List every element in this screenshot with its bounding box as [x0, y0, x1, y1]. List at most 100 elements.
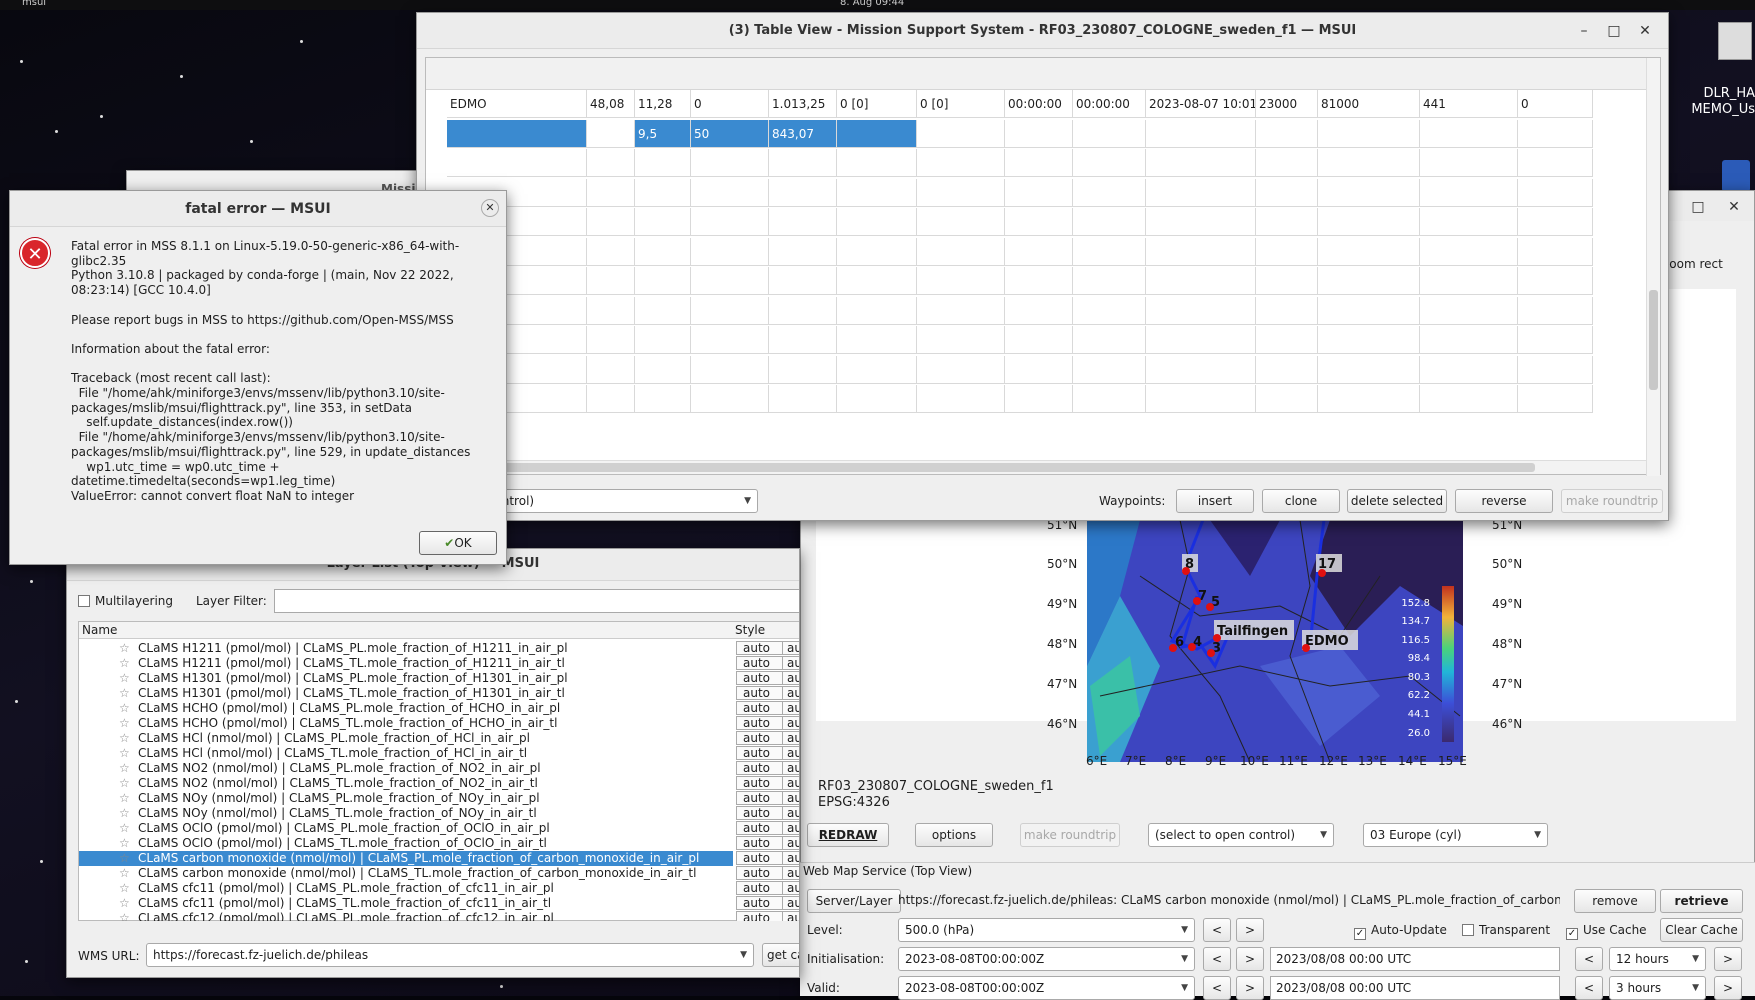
waypoint-cell[interactable]	[691, 355, 769, 384]
layer-style-select[interactable]: autoau	[736, 761, 799, 775]
waypoint-cell[interactable]	[837, 119, 917, 148]
waypoint-cell[interactable]	[635, 355, 691, 384]
waypoint-cell[interactable]	[1256, 267, 1318, 295]
wms-url-input[interactable]: https://forecast.fz-juelich.de/phileas ▼	[146, 943, 754, 967]
waypoint-cell[interactable]	[1420, 119, 1518, 148]
waypoint-cell[interactable]	[1518, 178, 1593, 207]
waypoint-cell[interactable]	[1256, 296, 1318, 325]
waypoint-5[interactable]	[1206, 603, 1214, 611]
waypoint-cell[interactable]	[917, 267, 1005, 295]
waypoint-cell[interactable]	[587, 385, 635, 413]
waypoint-cell[interactable]: 9,5	[635, 119, 691, 148]
waypoint-cell[interactable]	[587, 326, 635, 354]
horizontal-scrollbar[interactable]	[426, 460, 1646, 474]
star-icon[interactable]: ☆	[119, 686, 130, 701]
level-next-button[interactable]: >	[1236, 918, 1264, 942]
waypoint-cell[interactable]: 0 [0]	[917, 90, 1005, 118]
waypoint-cell[interactable]: 00:00:00	[1073, 90, 1146, 118]
init-next-button[interactable]: >	[1236, 947, 1264, 971]
layer-row[interactable]: ☆ CLaMS H1211 (pmol/mol) | CLaMS_PL.mole_…	[79, 641, 733, 656]
waypoint-cell[interactable]	[917, 178, 1005, 207]
transparent-checkbox[interactable]: Transparent	[1462, 923, 1550, 937]
waypoint-cell[interactable]	[1256, 237, 1318, 266]
waypoint-cell[interactable]	[1146, 237, 1256, 266]
desktop-file-icon[interactable]	[1718, 22, 1752, 60]
waypoint-cell[interactable]	[635, 326, 691, 354]
column-header-style[interactable]: Style	[735, 623, 765, 637]
init-step-prev-button[interactable]: <	[1575, 947, 1603, 971]
waypoint-cell[interactable]: 00:00:00	[1005, 90, 1073, 118]
waypoint-cell[interactable]	[1005, 326, 1073, 354]
waypoint-cell[interactable]	[587, 119, 635, 148]
remove-button[interactable]: remove	[1574, 889, 1656, 913]
waypoint-cell[interactable]	[917, 326, 1005, 354]
waypoint-cell[interactable]	[837, 355, 917, 384]
layer-style-select[interactable]: autoau	[736, 881, 799, 895]
minimize-icon[interactable]: –	[1574, 21, 1594, 41]
waypoint-cell[interactable]	[1073, 267, 1146, 295]
layer-row[interactable]: ☆ CLaMS HCl (nmol/mol) | CLaMS_TL.mole_fr…	[79, 746, 733, 761]
waypoint-cell[interactable]	[587, 237, 635, 266]
init-step-select[interactable]: 12 hours ▼	[1609, 947, 1706, 971]
layer-row[interactable]: ☆ CLaMS HCHO (pmol/mol) | CLaMS_TL.mole_f…	[79, 716, 733, 731]
waypoint-cell[interactable]	[1420, 208, 1518, 236]
clock[interactable]: 8. Aug 09:44	[840, 0, 904, 8]
waypoint-cell[interactable]	[691, 385, 769, 413]
star-icon[interactable]: ☆	[119, 806, 130, 821]
waypoint-cell[interactable]	[1256, 149, 1318, 177]
waypoint-cell[interactable]: 48,08	[587, 90, 635, 118]
layer-row[interactable]: ☆ CLaMS NOy (nmol/mol) | CLaMS_PL.mole_fr…	[79, 791, 733, 806]
waypoint-cell[interactable]	[1005, 119, 1073, 148]
waypoint-cell[interactable]	[691, 149, 769, 177]
layer-row[interactable]: ☆ CLaMS H1301 (pmol/mol) | CLaMS_PL.mole_…	[79, 671, 733, 686]
waypoint-cell[interactable]	[635, 296, 691, 325]
waypoint-cell[interactable]	[691, 326, 769, 354]
close-icon[interactable]: ✕	[1635, 21, 1655, 41]
layer-style-select[interactable]: autoau	[736, 641, 799, 655]
star-icon[interactable]: ☆	[119, 896, 130, 911]
word-doc-icon[interactable]	[1722, 160, 1750, 192]
waypoint-cell[interactable]	[587, 178, 635, 207]
waypoint-cell[interactable]	[1420, 237, 1518, 266]
waypoint-cell[interactable]	[1518, 208, 1593, 236]
waypoint-cell[interactable]	[1518, 296, 1593, 325]
star-icon[interactable]: ☆	[119, 641, 130, 656]
vertical-scrollbar[interactable]	[1646, 58, 1660, 476]
valid-step-select[interactable]: 3 hours ▼	[1609, 976, 1706, 1000]
layer-row[interactable]: ☆ CLaMS carbon monoxide (nmol/mol) | CLaM…	[79, 866, 733, 881]
layer-row[interactable]: ☆ CLaMS H1211 (pmol/mol) | CLaMS_TL.mole_…	[79, 656, 733, 671]
waypoint-cell[interactable]	[769, 267, 837, 295]
waypoint-cell[interactable]	[1005, 237, 1073, 266]
waypoint-cell[interactable]	[1518, 385, 1593, 413]
waypoint-cell[interactable]	[1073, 355, 1146, 384]
layer-row[interactable]: ☆ CLaMS H1301 (pmol/mol) | CLaMS_TL.mole_…	[79, 686, 733, 701]
waypoint-cell[interactable]	[769, 178, 837, 207]
waypoint-cell[interactable]	[1146, 119, 1256, 148]
waypoint-cell[interactable]	[1073, 385, 1146, 413]
waypoint-cell[interactable]	[1420, 326, 1518, 354]
waypoint-cell[interactable]	[917, 119, 1005, 148]
waypoint-cell[interactable]	[691, 178, 769, 207]
waypoint-cell[interactable]	[1005, 208, 1073, 236]
waypoint-cell[interactable]	[769, 149, 837, 177]
insert-button[interactable]: insert	[1176, 489, 1254, 513]
layer-row[interactable]: ☆ CLaMS OClO (pmol/mol) | CLaMS_PL.mole_f…	[79, 821, 733, 836]
waypoint-cell[interactable]	[587, 296, 635, 325]
star-icon[interactable]: ☆	[119, 866, 130, 881]
scrollbar-thumb[interactable]	[1649, 290, 1658, 390]
waypoint-cell[interactable]: 441	[1420, 90, 1518, 118]
waypoint-cell[interactable]	[587, 149, 635, 177]
options-button[interactable]: options	[915, 823, 993, 847]
waypoint-cell[interactable]	[1518, 326, 1593, 354]
waypoint-cell[interactable]	[1420, 385, 1518, 413]
waypoint-cell[interactable]	[1318, 208, 1420, 236]
init-select[interactable]: 2023-08-08T00:00:00Z ▼	[898, 947, 1195, 971]
star-icon[interactable]: ☆	[119, 731, 130, 746]
waypoint-cell[interactable]	[635, 208, 691, 236]
maximize-icon[interactable]: □	[1688, 197, 1708, 217]
layer-row[interactable]: ☆ CLaMS cfc12 (pmol/mol) | CLaMS_PL.mole_…	[79, 911, 733, 921]
waypoint-cell[interactable]	[1256, 385, 1318, 413]
waypoint-cell[interactable]	[691, 208, 769, 236]
layer-style-select[interactable]: autoau	[736, 701, 799, 715]
waypoint-cell[interactable]	[635, 237, 691, 266]
